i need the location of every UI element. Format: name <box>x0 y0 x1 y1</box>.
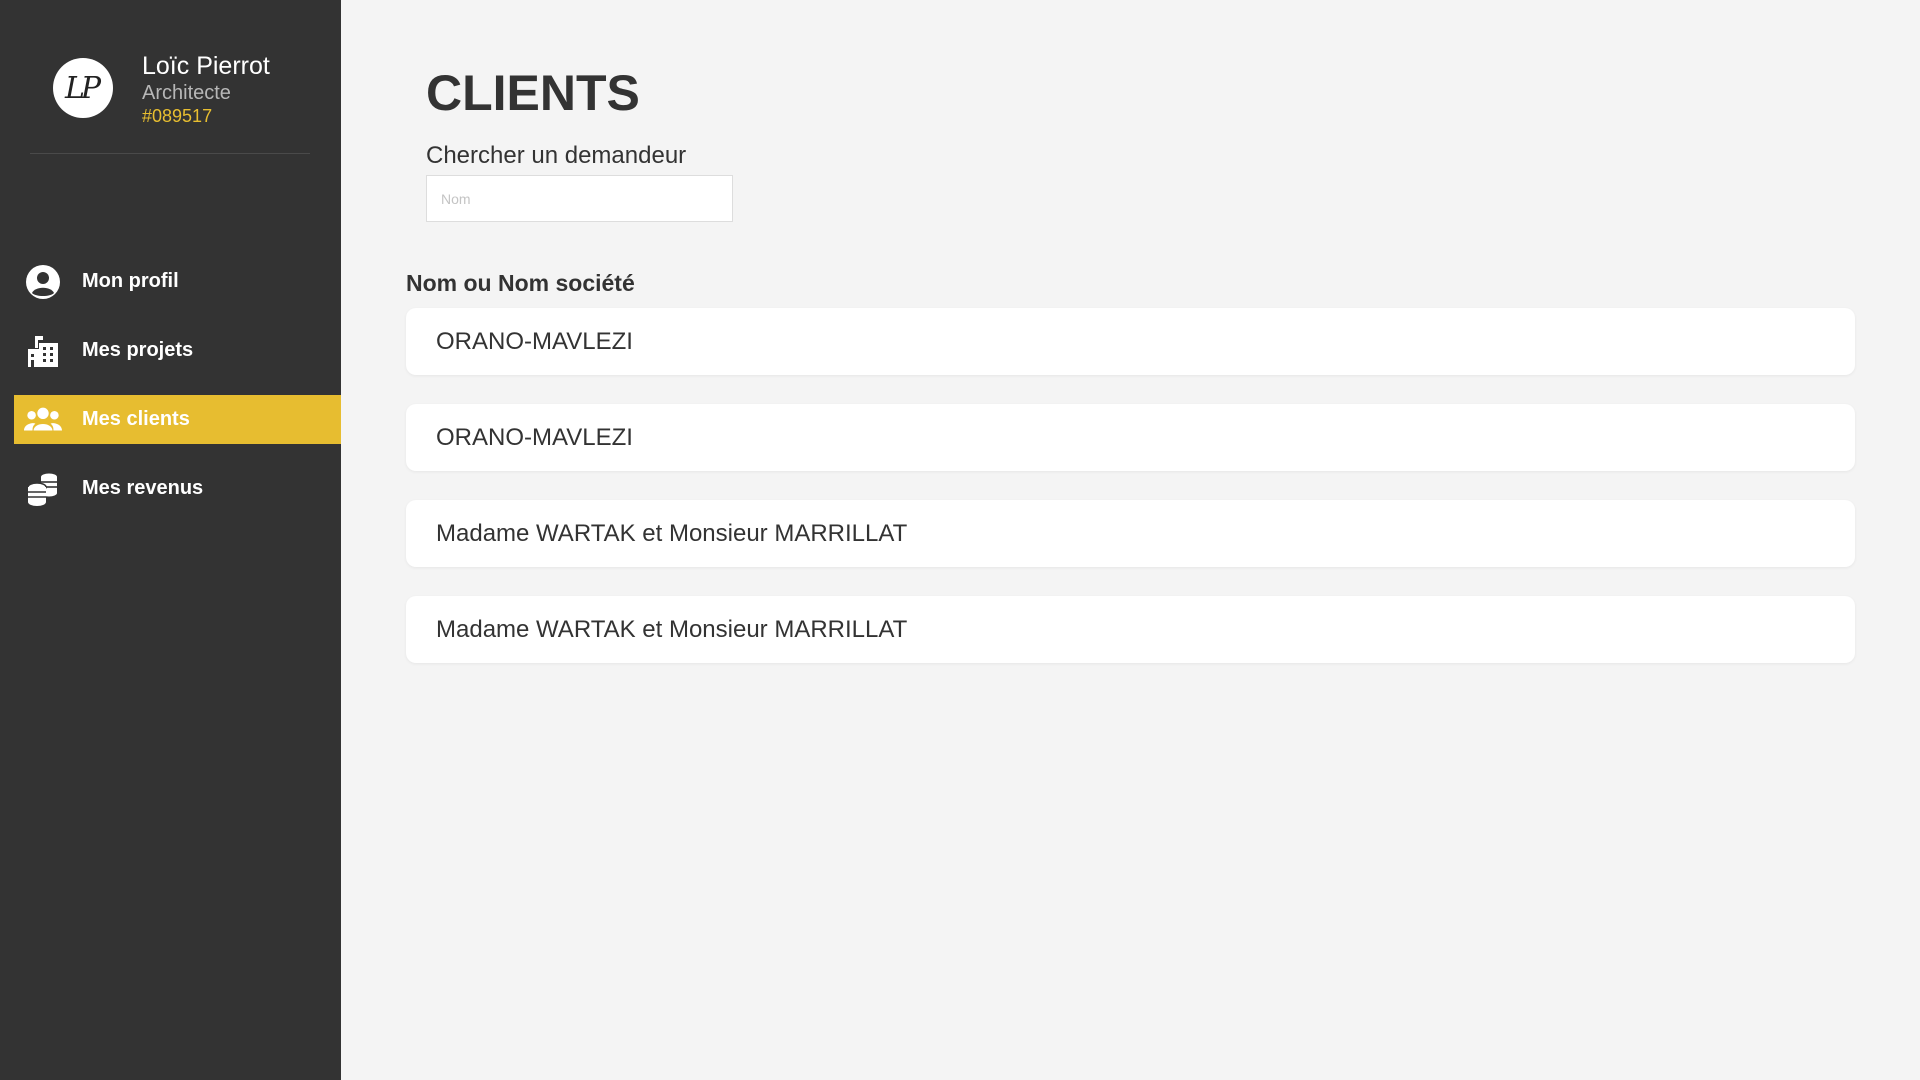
sidebar-item-mes-projets[interactable]: Mes projets <box>14 326 341 375</box>
building-icon <box>24 332 62 370</box>
client-row[interactable]: ORANO-MAVLEZI <box>406 308 1855 375</box>
sidebar-item-label: Mes clients <box>82 408 190 430</box>
sidebar-item-label: Mon profil <box>82 270 179 292</box>
profile-name: Loïc Pierrot <box>142 52 270 80</box>
client-row[interactable]: Madame WARTAK et Monsieur MARRILLAT <box>406 500 1855 567</box>
sidebar: LP Loïc Pierrot Architecte #089517 Mon p… <box>0 0 341 1080</box>
main-content: CLIENTS Chercher un demandeur Nom ou Nom… <box>341 0 1920 1080</box>
search-input[interactable] <box>426 175 733 222</box>
sidebar-item-label: Mes projets <box>82 339 194 361</box>
user-circle-icon <box>24 263 62 301</box>
logo: LP <box>53 58 113 118</box>
profile-header: LP Loïc Pierrot Architecte #089517 <box>30 30 310 154</box>
logo-text: LP <box>64 70 101 106</box>
app: LP Loïc Pierrot Architecte #089517 Mon p… <box>0 0 1920 1080</box>
sidebar-item-mon-profil[interactable]: Mon profil <box>14 257 341 306</box>
sidebar-item-label: Mes revenus <box>82 477 204 499</box>
coins-icon <box>24 470 62 508</box>
profile-role: Architecte <box>142 82 231 104</box>
client-row[interactable]: ORANO-MAVLEZI <box>406 404 1855 471</box>
search-label: Chercher un demandeur <box>426 142 687 169</box>
users-icon <box>24 401 62 439</box>
client-list-header: Nom ou Nom société <box>406 270 635 296</box>
sidebar-item-mes-revenus[interactable]: Mes revenus <box>14 464 341 513</box>
profile-id: #089517 <box>142 106 213 126</box>
page-title: CLIENTS <box>426 65 640 121</box>
client-row[interactable]: Madame WARTAK et Monsieur MARRILLAT <box>406 596 1855 663</box>
sidebar-item-mes-clients[interactable]: Mes clients <box>14 395 341 444</box>
